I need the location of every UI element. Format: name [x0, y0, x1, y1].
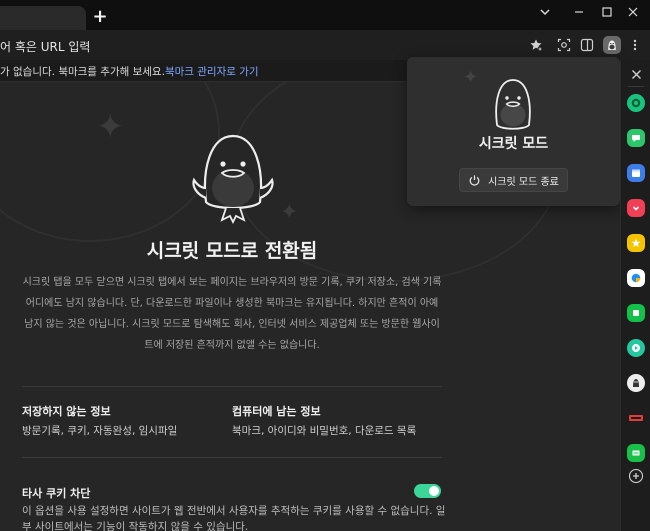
chat-bubble-app-icon[interactable]	[627, 129, 645, 147]
new-tab-button[interactable]: +	[91, 6, 109, 28]
sparkle-icon: ✦	[463, 67, 479, 88]
chevron-down-icon[interactable]	[528, 0, 562, 24]
webtoon-app-icon[interactable]	[627, 444, 645, 462]
third-party-cookie-text: 이 옵션을 사용 설정하면 사이트가 웹 전반에서 사용자를 추적하는 쿠키를 …	[22, 505, 446, 531]
add-icon[interactable]	[626, 466, 646, 486]
incognito-mascot-illustration	[192, 128, 274, 226]
pocket-app-icon[interactable]	[627, 199, 645, 217]
star-app-icon[interactable]	[627, 234, 645, 252]
side-panel-icon[interactable]	[578, 36, 596, 54]
saved-title: 컴퓨터에 남는 정보	[232, 405, 321, 418]
exit-incognito-button[interactable]: 시크릿 모드 종료	[459, 168, 568, 192]
screenshot-icon[interactable]	[555, 36, 573, 54]
news-app-icon[interactable]	[627, 409, 645, 427]
side-panel	[620, 60, 650, 531]
bookmark-manager-link[interactable]: 북마크 관리자로 가기	[165, 66, 259, 78]
shopping-app-icon[interactable]	[627, 269, 645, 287]
bookmark-empty-text: 가 없습니다. 북마크를 추가해 보세요.	[0, 66, 165, 78]
green-square-app-icon[interactable]	[627, 304, 645, 322]
background-arc	[0, 82, 220, 242]
toggle-knob	[429, 486, 439, 496]
green-circle-app-icon[interactable]	[627, 94, 645, 112]
close-icon[interactable]	[626, 64, 646, 84]
section-divider	[22, 386, 442, 387]
bookmark-empty-message: 가 없습니다. 북마크를 추가해 보세요.북마크 관리자로 가기	[0, 64, 259, 79]
third-party-cookie-toggle[interactable]	[414, 484, 441, 498]
toolbar: 어 혹은 URL 입력	[0, 30, 650, 60]
side-panel-divider	[628, 86, 644, 87]
close-icon[interactable]	[616, 0, 650, 24]
title-bar: +	[0, 0, 650, 30]
mascot-app-icon[interactable]	[627, 374, 645, 392]
incognito-description: 시크릿 탭을 모두 닫으면 시크릿 탭에서 보는 페이지는 브라우저의 방문 기…	[22, 277, 442, 351]
incognito-popup: ✦ 시크릿 모드 시크릿 모드 종료	[407, 57, 620, 206]
third-party-cookie-title: 타사 쿠키 차단	[22, 487, 91, 500]
sparkle-icon: ✦	[96, 107, 125, 147]
browser-tab[interactable]	[0, 6, 86, 30]
exit-incognito-label: 시크릿 모드 종료	[488, 176, 559, 188]
more-menu-icon[interactable]	[626, 36, 644, 54]
page-title: 시크릿 모드로 전환됨	[146, 240, 318, 262]
saved-text: 북마크, 아이디와 비밀번호, 다운로드 목록	[232, 425, 417, 437]
address-bar[interactable]: 어 혹은 URL 입력	[0, 33, 555, 59]
incognito-mascot-icon	[489, 75, 537, 135]
power-icon	[469, 174, 480, 186]
not-saved-text: 방문기록, 쿠키, 자동완성, 임시파일	[22, 425, 178, 437]
play-app-icon[interactable]	[627, 339, 645, 357]
popup-title: 시크릿 모드	[478, 136, 549, 152]
not-saved-title: 저장하지 않는 정보	[22, 405, 111, 418]
address-input-text[interactable]: 어 혹은 URL 입력	[0, 38, 90, 55]
sparkle-icon: ✦	[280, 200, 299, 225]
bookmark-add-icon[interactable]	[527, 36, 545, 54]
calendar-app-icon[interactable]	[627, 164, 645, 182]
section-divider	[22, 457, 442, 458]
incognito-profile-icon[interactable]	[603, 36, 621, 54]
